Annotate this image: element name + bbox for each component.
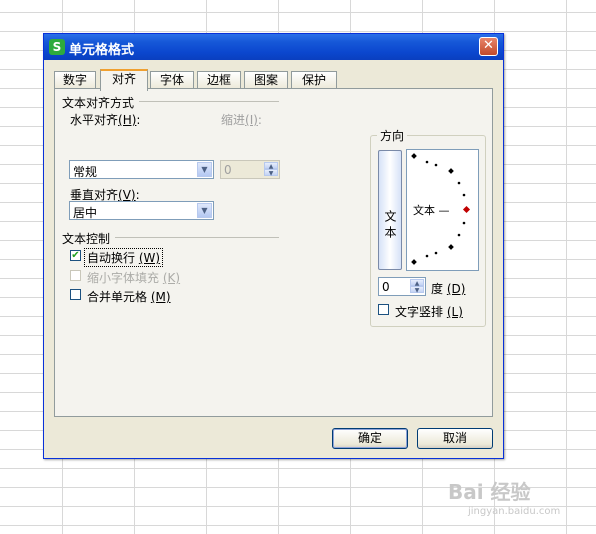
dial-tick	[462, 221, 466, 225]
chevron-down-icon[interactable]: ▼	[197, 203, 212, 218]
close-button[interactable]: ✕	[479, 37, 498, 56]
dial-tick	[434, 251, 438, 255]
horizontal-align-value: 常规	[73, 165, 98, 179]
orientation-dial[interactable]: 文本 —	[406, 149, 479, 271]
title-bar[interactable]: S 单元格格式 ✕	[44, 34, 503, 60]
ok-button[interactable]: 确定	[332, 428, 408, 449]
dial-label: 文本 —	[413, 203, 450, 217]
vertical-align-value: 居中	[73, 206, 98, 220]
horizontal-align-select[interactable]: 常规 ▼	[69, 160, 214, 179]
app-icon: S	[49, 39, 65, 55]
indent-value: 0	[224, 163, 232, 177]
checkmark-icon[interactable]: ✔	[70, 250, 81, 261]
degrees-spinner[interactable]: 0 ▲ ▼	[378, 277, 426, 296]
text-alignment-heading: 文本对齐方式	[62, 96, 135, 110]
format-cells-dialog: S 单元格格式 ✕ 数字 对齐 字体 边框 图案 保护 文本对齐方式 水平对齐(…	[43, 33, 504, 459]
cancel-button[interactable]: 取消	[417, 428, 493, 449]
vertical-text-button[interactable]: 文本	[378, 150, 402, 270]
separator	[115, 237, 279, 238]
spin-down-icon[interactable]: ▼	[410, 286, 424, 294]
spin-up-icon[interactable]: ▲	[410, 279, 424, 287]
tab-alignment[interactable]: 对齐	[100, 69, 148, 91]
dial-tick	[425, 254, 429, 258]
indent-spinner[interactable]: 0 ▲ ▼	[220, 160, 280, 179]
dialog-footer: 确定 取消	[44, 418, 503, 458]
dial-tick	[411, 259, 417, 265]
horizontal-align-label: 水平对齐(H):	[70, 113, 141, 127]
spin-up-icon[interactable]: ▲	[264, 162, 278, 170]
wrap-text-checkbox[interactable]: ✔ 自动换行 (W)	[70, 248, 190, 267]
alignment-panel: 文本对齐方式 水平对齐(H): 常规 ▼ 缩进(I): 0 ▲ ▼ 垂直对齐(V)…	[54, 88, 493, 417]
tab-font[interactable]: 字体	[150, 71, 194, 89]
dial-tick	[448, 244, 454, 250]
tab-number[interactable]: 数字	[54, 71, 96, 89]
baidu-watermark: Bai 经验	[448, 480, 531, 504]
tab-border[interactable]: 边框	[197, 71, 241, 89]
text-control-heading: 文本控制	[62, 232, 111, 246]
dial-tick	[425, 160, 429, 164]
orientation-dial-graphic: 文本 —	[411, 153, 471, 265]
dial-marker[interactable]	[462, 205, 471, 214]
dialog-title: 单元格格式	[69, 43, 135, 58]
tab-protection[interactable]: 保护	[291, 71, 337, 89]
dial-tick	[411, 153, 417, 159]
orientation-heading: 方向	[377, 127, 408, 144]
merge-cells-checkbox[interactable]: 合并单元格 (M)	[70, 288, 190, 304]
close-icon: ✕	[483, 38, 494, 53]
spin-down-icon[interactable]: ▼	[264, 169, 278, 177]
baidu-watermark-url: jingyan.baidu.com	[468, 506, 561, 517]
dial-tick	[462, 193, 466, 197]
dial-tick	[448, 168, 454, 174]
degrees-label: 度 (D)	[431, 282, 466, 296]
degrees-value: 0	[382, 280, 390, 294]
separator	[139, 101, 279, 102]
vertical-align-select[interactable]: 居中 ▼	[69, 201, 214, 220]
tab-pattern[interactable]: 图案	[244, 71, 288, 89]
shrink-to-fit-checkbox[interactable]: 缩小字体填充 (K)	[70, 269, 190, 285]
dial-tick	[434, 163, 438, 167]
dial-tick	[457, 181, 461, 185]
chevron-down-icon[interactable]: ▼	[197, 162, 212, 177]
indent-label: 缩进(I):	[221, 113, 262, 127]
vertical-text-checkbox[interactable]: 文字竖排 (L)	[378, 303, 478, 319]
dial-tick	[457, 233, 461, 237]
